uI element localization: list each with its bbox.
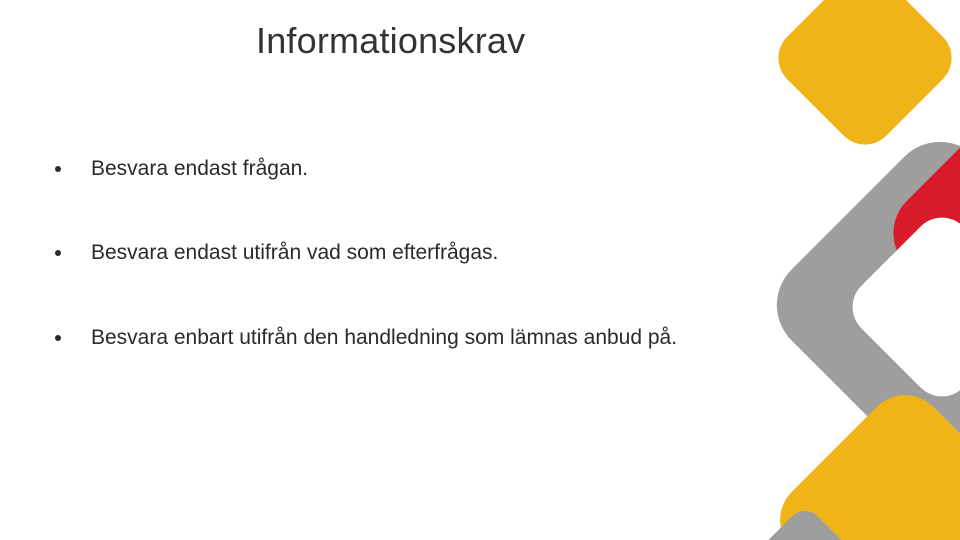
list-item: Besvara endast utifrån vad som efterfråg…	[55, 239, 825, 267]
bullet-icon	[55, 335, 61, 341]
bullet-list: Besvara endast frågan. Besvara endast ut…	[55, 155, 825, 408]
bullet-text: Besvara endast frågan.	[91, 155, 308, 183]
bullet-icon	[55, 250, 61, 256]
slide: Informationskrav Besvara endast frågan. …	[0, 0, 960, 540]
bullet-text: Besvara endast utifrån vad som efterfråg…	[91, 239, 498, 267]
list-item: Besvara enbart utifrån den handledning s…	[55, 324, 825, 352]
list-item: Besvara endast frågan.	[55, 155, 825, 183]
bullet-icon	[55, 166, 61, 172]
bullet-text: Besvara enbart utifrån den handledning s…	[91, 324, 677, 352]
page-title: Informationskrav	[256, 20, 525, 62]
